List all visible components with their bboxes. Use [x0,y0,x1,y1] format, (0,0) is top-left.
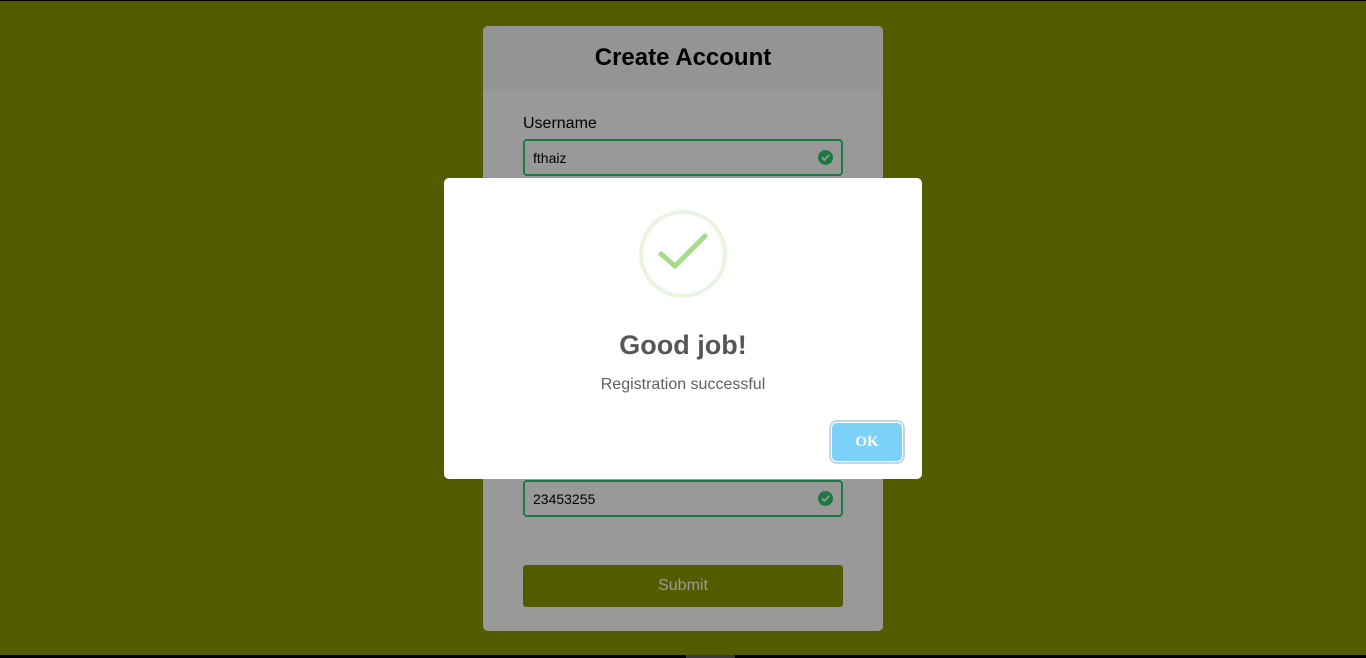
success-check-icon [639,210,727,298]
success-dialog: Good job! Registration successful OK [444,178,922,479]
dialog-title: Good job! [619,330,747,360]
ok-button[interactable]: OK [832,423,902,461]
dialog-message: Registration successful [600,376,766,393]
